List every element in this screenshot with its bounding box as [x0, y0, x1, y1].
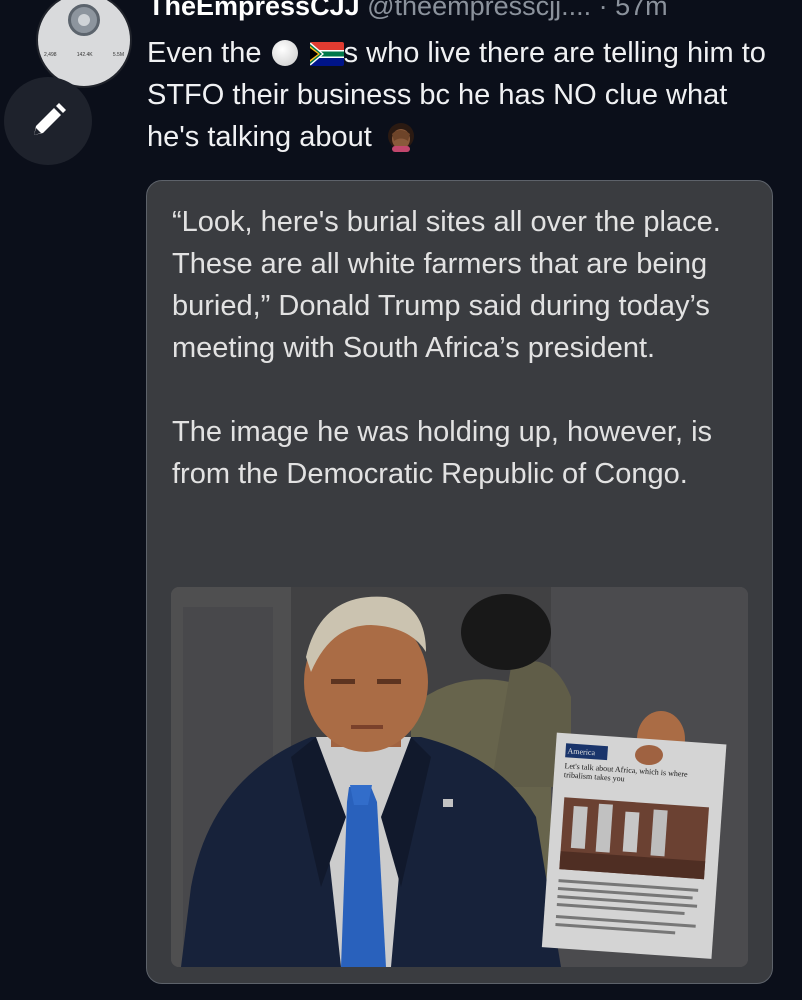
quote-paragraph-2: The image he was holding up, however, is…	[172, 416, 713, 490]
avatar-stat-followers: 142.4K	[76, 52, 93, 58]
card-photo[interactable]: America Let's talk about Africa, which i…	[171, 587, 748, 967]
avatar-stats: 2,498 142.4K 5.5M	[44, 52, 124, 58]
timestamp[interactable]: · 57m	[599, 0, 668, 21]
tweet-text: Even the s who live there are telling hi…	[147, 32, 777, 158]
quote-text: “Look, here's burial sites all over the …	[172, 201, 752, 537]
avatar-logo-icon	[68, 4, 100, 36]
photo-illustration: America Let's talk about Africa, which i…	[171, 587, 748, 967]
facepalm-emoji	[387, 123, 414, 152]
compose-button[interactable]	[4, 77, 92, 165]
user-handle[interactable]: @theempresscjj....	[367, 0, 591, 21]
avatar-stat-posts: 2,498	[44, 52, 57, 58]
pencil-icon	[34, 103, 66, 135]
tweet-header: TheEmpressCJJ @theempresscjj.... · 57m	[148, 0, 788, 24]
tweet-text-part1: Even the	[147, 37, 262, 69]
display-name[interactable]: TheEmpressCJJ	[148, 0, 360, 21]
avatar-stat-likes: 5.5M	[112, 52, 124, 58]
quote-paragraph-1: “Look, here's burial sites all over the …	[172, 206, 721, 364]
white-circle-emoji	[271, 40, 298, 66]
profile-avatar[interactable]: 2,498 142.4K 5.5M	[36, 0, 132, 88]
south-africa-flag-emoji	[309, 42, 344, 66]
quote-card[interactable]: “Look, here's burial sites all over the …	[146, 180, 773, 984]
